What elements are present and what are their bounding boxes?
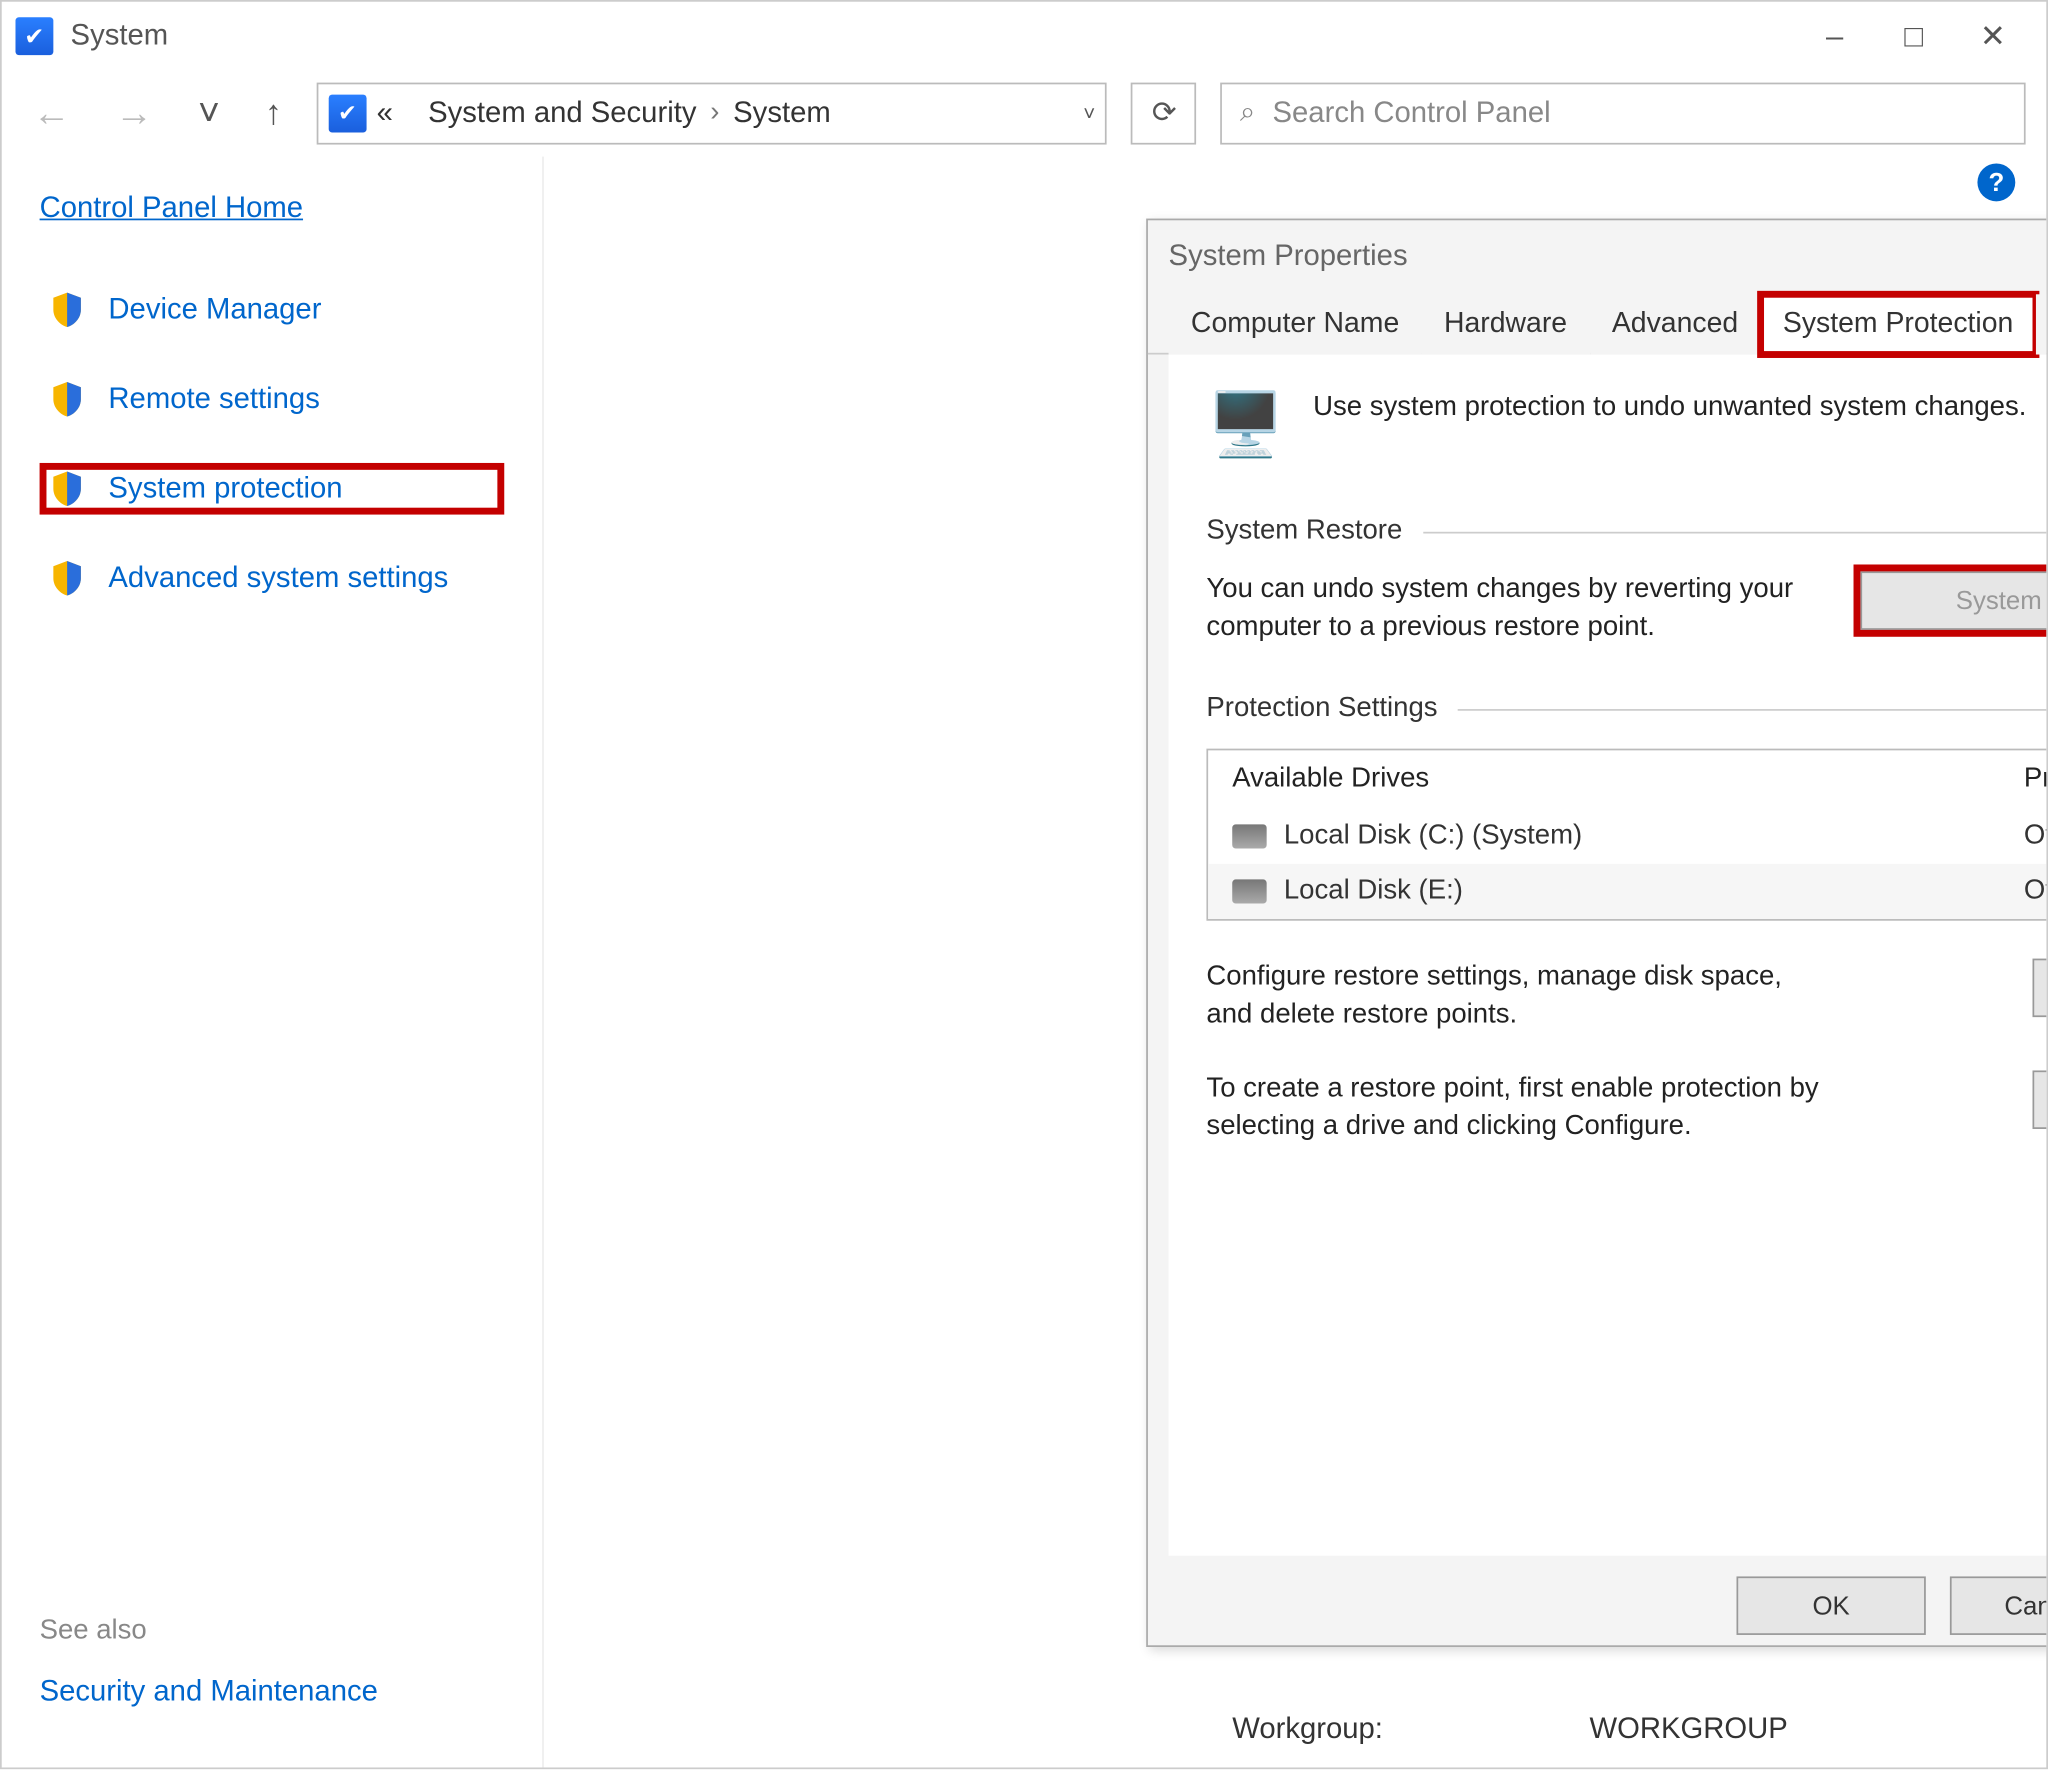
content-area: ? 0 ation gs Workgroup: WORKGROUP System… bbox=[544, 157, 2046, 1768]
search-icon: ⌕ bbox=[1240, 98, 1255, 129]
dialog-footer: OK Cancel Apply bbox=[1148, 1576, 2048, 1635]
see-also-label: See also bbox=[40, 1616, 147, 1647]
close-button[interactable]: ✕ bbox=[1953, 10, 2032, 62]
drive-name: Local Disk (E:) bbox=[1284, 876, 2024, 907]
search-box[interactable]: ⌕ Search Control Panel bbox=[1221, 83, 2026, 145]
recent-dropdown[interactable]: ˅ bbox=[188, 84, 231, 143]
address-dropdown-icon[interactable]: ˅ bbox=[1083, 102, 1095, 126]
sidebar-item-remote-settings[interactable]: Remote settings bbox=[40, 373, 505, 425]
tab-hardware[interactable]: Hardware bbox=[1422, 294, 1590, 354]
tab-remote[interactable]: Remote bbox=[2036, 294, 2048, 354]
titlebar: ✔ System – □ ✕ bbox=[2, 2, 2047, 71]
dialog-titlebar: System Properties ✕ bbox=[1148, 220, 2048, 292]
sidebar-item-label: Remote settings bbox=[108, 382, 319, 416]
drives-list: Available Drives Protection Local Disk (… bbox=[1206, 749, 2048, 921]
sidebar-item-label: Device Manager bbox=[108, 293, 321, 327]
tab-system-protection[interactable]: System Protection bbox=[1761, 294, 2036, 354]
breadcrumb-sep-icon: › bbox=[710, 98, 719, 129]
address-icon: ✔ bbox=[328, 95, 366, 133]
intro-row: 🖥️ Use system protection to undo unwante… bbox=[1206, 386, 2048, 465]
system-protection-icon: 🖥️ bbox=[1206, 386, 1285, 465]
group-system-restore: System Restore You can undo system chang… bbox=[1206, 516, 2048, 645]
col-drives: Available Drives bbox=[1232, 764, 2024, 795]
group-protection-settings: Protection Settings Available Drives Pro… bbox=[1206, 694, 2048, 1146]
shield-icon bbox=[50, 291, 84, 329]
window-title: System bbox=[71, 19, 169, 53]
col-protection: Protection bbox=[2024, 764, 2048, 795]
sidebar-item-system-protection[interactable]: System protection bbox=[40, 463, 505, 515]
sidebar: Control Panel Home Device Manager Remote… bbox=[2, 157, 544, 1768]
back-button[interactable]: ← bbox=[22, 84, 81, 143]
tab-advanced[interactable]: Advanced bbox=[1589, 294, 1760, 354]
configure-button[interactable]: Configure... bbox=[2033, 959, 2048, 1018]
drive-name: Local Disk (C:) (System) bbox=[1284, 821, 2024, 852]
shield-icon bbox=[50, 559, 84, 597]
breadcrumb-1[interactable]: System and Security bbox=[428, 96, 696, 130]
address-bar[interactable]: ✔ « System and Security › System ˅ bbox=[316, 83, 1107, 145]
workgroup-value: WORKGROUP bbox=[1589, 1712, 1787, 1746]
group-label: System Restore bbox=[1206, 516, 2048, 547]
group-label: Protection Settings bbox=[1206, 694, 2048, 725]
workgroup-row: Workgroup: WORKGROUP bbox=[1232, 1712, 1788, 1746]
drive-protection: Off bbox=[2024, 821, 2048, 852]
system-restore-button[interactable]: System Restore... bbox=[1860, 571, 2048, 630]
tab-panel: 🖥️ Use system protection to undo unwante… bbox=[1169, 355, 2048, 1556]
up-button[interactable]: ↑ bbox=[254, 87, 292, 140]
drive-protection: Off bbox=[2024, 876, 2048, 907]
minimize-button[interactable]: – bbox=[1795, 10, 1874, 62]
create-button[interactable]: Create... bbox=[2033, 1071, 2048, 1130]
drive-icon bbox=[1232, 880, 1266, 904]
help-icon[interactable]: ? bbox=[1977, 163, 2015, 201]
sidebar-item-advanced-system-settings[interactable]: Advanced system settings bbox=[40, 552, 505, 604]
cancel-button[interactable]: Cancel bbox=[1950, 1576, 2048, 1635]
system-properties-dialog: System Properties ✕ Computer Name Hardwa… bbox=[1146, 219, 2048, 1647]
control-panel-home-link[interactable]: Control Panel Home bbox=[40, 191, 303, 225]
ok-button[interactable]: OK bbox=[1736, 1576, 1925, 1635]
intro-text: Use system protection to undo unwanted s… bbox=[1313, 386, 2026, 424]
search-placeholder: Search Control Panel bbox=[1273, 96, 1551, 130]
shield-icon bbox=[50, 470, 84, 508]
breadcrumb-2[interactable]: System bbox=[733, 96, 831, 130]
system-window: ✔ System – □ ✕ ← → ˅ ↑ ✔ « System and Se… bbox=[0, 0, 2048, 1769]
drive-row[interactable]: Local Disk (C:) (System) Off bbox=[1208, 809, 2048, 864]
tab-computer-name[interactable]: Computer Name bbox=[1169, 294, 1422, 354]
dialog-tabs: Computer Name Hardware Advanced System P… bbox=[1148, 293, 2048, 355]
window-controls: – □ ✕ bbox=[1795, 10, 2032, 62]
restore-help-text: You can undo system changes by reverting… bbox=[1206, 571, 1826, 645]
sidebar-item-label: Advanced system settings bbox=[108, 561, 448, 595]
sidebar-item-device-manager[interactable]: Device Manager bbox=[40, 284, 505, 336]
refresh-button[interactable]: ⟳ bbox=[1131, 83, 1196, 145]
workgroup-label: Workgroup: bbox=[1232, 1712, 1383, 1746]
maximize-button[interactable]: □ bbox=[1874, 10, 1953, 62]
create-help-text: To create a restore point, first enable … bbox=[1206, 1071, 1826, 1145]
nav-row: ← → ˅ ↑ ✔ « System and Security › System… bbox=[2, 71, 2047, 157]
configure-help-text: Configure restore settings, manage disk … bbox=[1206, 959, 1826, 1033]
address-leading: « bbox=[377, 96, 393, 130]
drive-row[interactable]: Local Disk (E:) Off bbox=[1208, 864, 2048, 919]
body: Control Panel Home Device Manager Remote… bbox=[2, 157, 2047, 1768]
sidebar-item-label: System protection bbox=[108, 472, 342, 506]
drive-icon bbox=[1232, 825, 1266, 849]
security-maintenance-link[interactable]: Security and Maintenance bbox=[40, 1675, 378, 1709]
forward-button[interactable]: → bbox=[105, 84, 164, 143]
shield-icon bbox=[50, 380, 84, 418]
sidebar-nav: Device Manager Remote settings System pr… bbox=[40, 284, 505, 604]
system-app-icon: ✔ bbox=[15, 17, 53, 55]
drives-header: Available Drives Protection bbox=[1208, 751, 2048, 810]
dialog-title: System Properties bbox=[1169, 239, 1408, 273]
